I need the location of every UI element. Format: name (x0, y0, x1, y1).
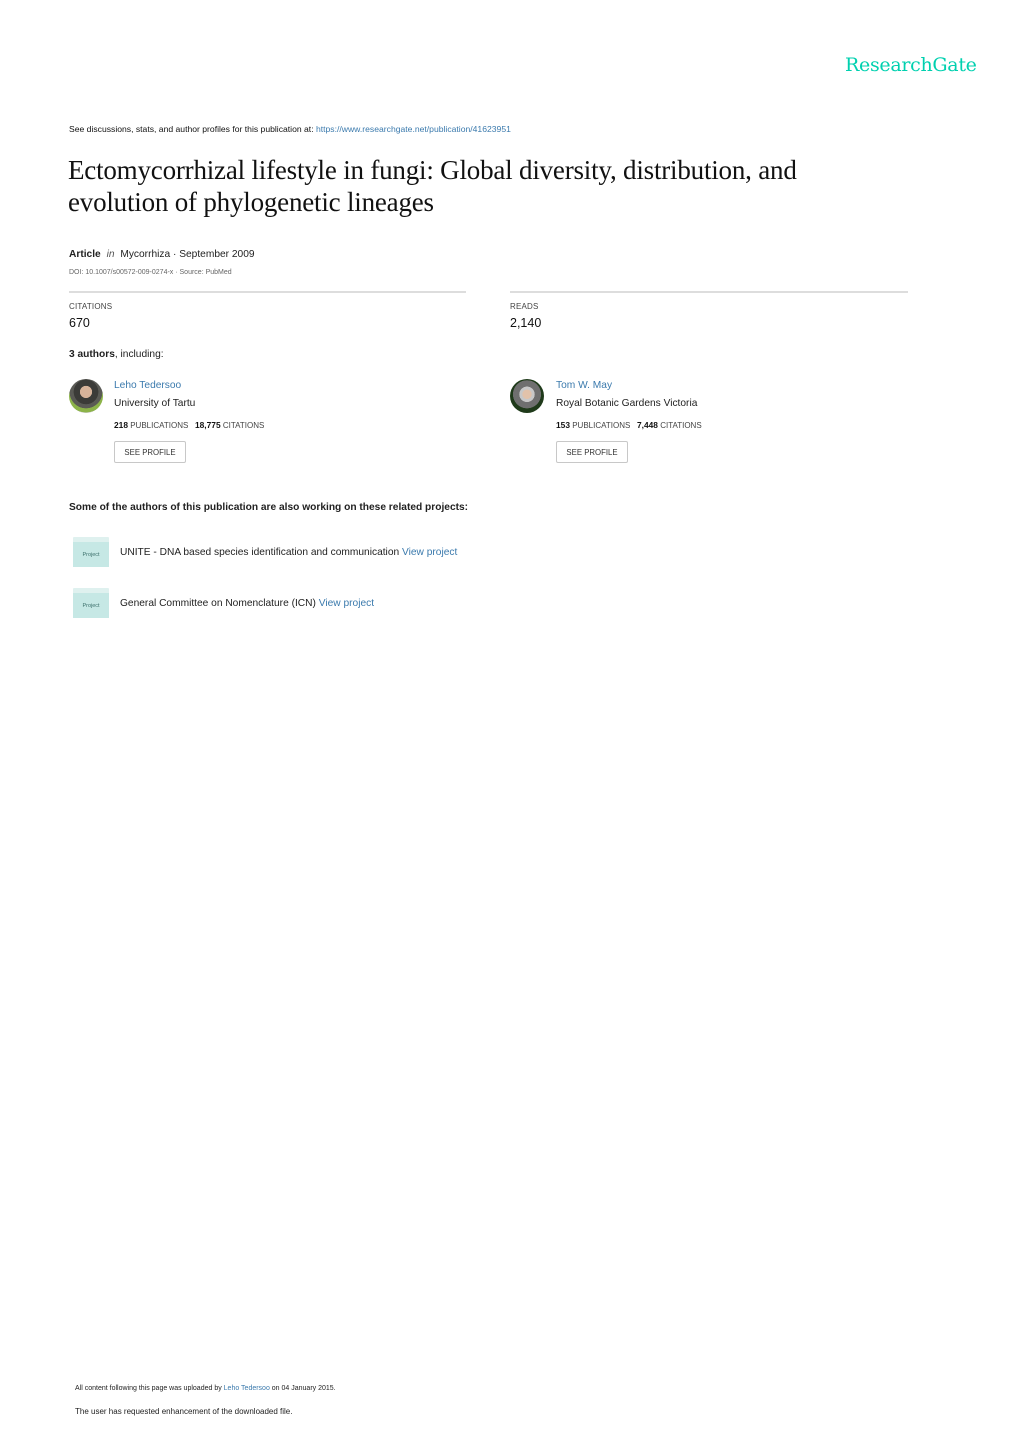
author-institution: Royal Botanic Gardens Victoria (556, 398, 698, 409)
doi-line: DOI: 10.1007/s00572-009-0274-x · Source:… (69, 269, 232, 276)
authors-count-line: 3 authors, including: (69, 349, 164, 360)
author-name-link[interactable]: Leho Tedersoo (114, 380, 181, 391)
see-profile-button[interactable]: SEE PROFILE (556, 441, 628, 463)
reads-label: READS (510, 302, 539, 311)
folder-body: Project (73, 542, 109, 567)
author-publications-count: 218 (114, 420, 128, 430)
author-publications-count: 153 (556, 420, 570, 430)
divider-left (69, 291, 466, 293)
publication-meta: Article in Mycorrhiza · September 2009 (69, 249, 255, 260)
authors-suffix: , including: (114, 349, 164, 360)
publication-url-link[interactable]: https://www.researchgate.net/publication… (316, 124, 511, 134)
citations-label: CITATIONS (69, 302, 113, 311)
author-citations-label: CITATIONS (660, 421, 702, 430)
project-name: UNITE - DNA based species identification… (120, 547, 400, 558)
project-item: General Committee on Nomenclature (ICN) … (120, 598, 374, 609)
researchgate-logo[interactable]: ResearchGate (845, 54, 977, 76)
publication-type: Article (69, 249, 101, 260)
reads-value: 2,140 (510, 316, 542, 330)
divider-right (510, 291, 908, 293)
author-publications-label: PUBLICATIONS (572, 421, 631, 430)
uploader-link[interactable]: Leho Tedersoo (224, 1385, 270, 1392)
upload-suffix: on 04 January 2015. (269, 1385, 336, 1392)
see-profile-button[interactable]: SEE PROFILE (114, 441, 186, 463)
enhancement-note: The user has requested enhancement of th… (75, 1407, 293, 1416)
upload-note: All content following this page was uplo… (75, 1385, 336, 1392)
publication-title: Ectomycorrhizal lifestyle in fungi: Glob… (68, 155, 797, 217)
folder-body: Project (73, 593, 109, 618)
author-name-link[interactable]: Tom W. May (556, 380, 612, 391)
project-folder-icon: Project (73, 537, 109, 567)
view-project-link[interactable]: View project (319, 598, 374, 609)
in-label: in (106, 249, 115, 260)
author-avatar[interactable] (510, 379, 544, 413)
project-name: General Committee on Nomenclature (ICN) (120, 598, 316, 609)
citations-value: 670 (69, 316, 90, 330)
see-discussions-text: See discussions, stats, and author profi… (69, 124, 316, 134)
project-folder-icon: Project (73, 588, 109, 618)
see-discussions-line: See discussions, stats, and author profi… (69, 124, 511, 134)
author-avatar[interactable] (69, 379, 103, 413)
author-publications-label: PUBLICATIONS (130, 421, 189, 430)
view-project-link[interactable]: View project (402, 547, 457, 558)
author-citations-count: 18,775 (194, 420, 221, 430)
project-item: UNITE - DNA based species identification… (120, 547, 457, 558)
author-citations-count: 7,448 (636, 420, 658, 430)
upload-prefix: All content following this page was uplo… (75, 1385, 224, 1392)
author-stats: 153 PUBLICATIONS 7,448 CITATIONS (556, 420, 702, 430)
related-projects-heading: Some of the authors of this publication … (69, 502, 469, 513)
author-stats: 218 PUBLICATIONS 18,775 CITATIONS (114, 420, 264, 430)
author-citations-label: CITATIONS (222, 421, 265, 430)
authors-count: 3 authors (69, 349, 115, 360)
journal-date: Mycorrhiza · September 2009 (120, 249, 255, 260)
author-institution: University of Tartu (114, 398, 196, 409)
